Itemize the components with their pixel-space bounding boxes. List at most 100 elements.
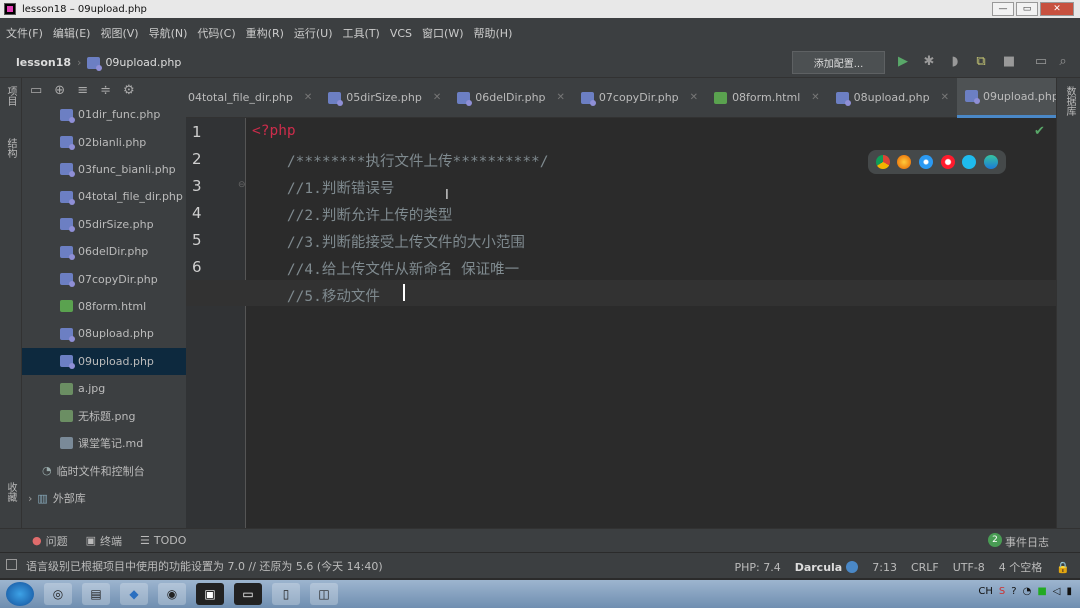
menu-tools[interactable]: 工具(T): [343, 25, 380, 41]
menu-code[interactable]: 代码(C): [197, 25, 235, 41]
status-message[interactable]: 语言级别已根据项目中使用的功能设置为 7.0 // 还原为 5.6 (今天 14…: [26, 558, 383, 574]
close-tab-icon[interactable]: ✕: [690, 92, 698, 103]
tree-item[interactable]: 04total_file_dir.php: [22, 183, 186, 210]
structure-tool-tab[interactable]: 结构: [4, 138, 18, 158]
tray-icon[interactable]: S: [999, 586, 1005, 597]
tree-item[interactable]: 06delDir.php: [22, 238, 186, 265]
stop-icon[interactable]: ■: [1002, 55, 1016, 69]
event-count-badge: 2: [988, 533, 1002, 547]
tree-item[interactable]: › ▥ 外部库: [22, 484, 186, 511]
close-tab-icon[interactable]: ✕: [433, 92, 441, 103]
taskbar-terminal-icon[interactable]: ▭: [234, 583, 262, 605]
layout-icon[interactable]: ▭: [1034, 55, 1048, 69]
tab-07copydir[interactable]: 07copyDir.php ✕: [573, 78, 706, 118]
close-button[interactable]: ✕: [1040, 2, 1074, 16]
safari-icon[interactable]: [919, 155, 934, 169]
file-encoding[interactable]: UTF-8: [953, 561, 985, 574]
maximize-button[interactable]: ▭: [1016, 2, 1038, 16]
firefox-icon[interactable]: [897, 155, 912, 169]
volume-icon[interactable]: ◁: [1053, 586, 1061, 597]
tab-06deldir[interactable]: 06delDir.php ✕: [449, 78, 573, 118]
chrome-icon[interactable]: [875, 155, 890, 169]
edge-icon[interactable]: [984, 155, 999, 169]
menu-edit[interactable]: 编辑(E): [53, 25, 91, 41]
breadcrumb-project[interactable]: lesson18: [16, 56, 71, 69]
debug-icon[interactable]: ✱: [922, 55, 936, 69]
tree-item[interactable]: 03func_bianli.php: [22, 156, 186, 183]
help-icon[interactable]: ?: [1011, 586, 1016, 597]
tree-item[interactable]: 01dir_func.php: [22, 101, 186, 128]
opera-icon[interactable]: [940, 155, 955, 169]
project-tool-tab[interactable]: 项目: [4, 86, 18, 106]
chevron-right-icon[interactable]: ›: [28, 492, 32, 505]
close-tab-icon[interactable]: ✕: [941, 92, 949, 103]
terminal-tab[interactable]: 终端: [100, 533, 122, 549]
menu-window[interactable]: 窗口(W): [422, 25, 463, 41]
run-icon[interactable]: ▶: [896, 55, 910, 69]
tree-item[interactable]: ◔ 临时文件和控制台: [22, 457, 186, 484]
tab-08upload[interactable]: 08upload.php ✕: [828, 78, 957, 118]
tree-item[interactable]: 08upload.php: [22, 320, 186, 347]
start-button[interactable]: [6, 582, 34, 606]
locate-icon[interactable]: ⊕: [54, 83, 65, 98]
project-view-icon[interactable]: ▭: [30, 83, 42, 98]
tray-icon[interactable]: ◔: [1023, 586, 1032, 597]
tree-item-selected[interactable]: 09upload.php: [22, 347, 186, 375]
coverage-icon[interactable]: ◗: [948, 55, 962, 69]
toggle-panels-icon[interactable]: [6, 559, 17, 570]
menu-navigate[interactable]: 导航(N): [149, 25, 188, 41]
ie-icon[interactable]: [962, 155, 977, 169]
taskbar-phpstorm-icon[interactable]: ▣: [196, 583, 224, 605]
network-icon[interactable]: ▮: [1066, 586, 1072, 597]
caret-position[interactable]: 7:13: [872, 561, 897, 574]
taskbar-folder-icon[interactable]: ▤: [82, 583, 110, 605]
todo-tab[interactable]: TODO: [154, 534, 187, 547]
tree-item[interactable]: 07copyDir.php: [22, 265, 186, 292]
minimize-button[interactable]: —: [992, 2, 1014, 16]
favorites-tool-tab[interactable]: 收藏: [4, 482, 18, 502]
menu-view[interactable]: 视图(V): [100, 25, 138, 41]
menu-file[interactable]: 文件(F): [6, 25, 43, 41]
search-icon[interactable]: ⌕: [1056, 55, 1070, 69]
database-tool-tab[interactable]: 数据库: [1062, 86, 1077, 116]
line-separator[interactable]: CRLF: [911, 561, 939, 574]
tray-icon[interactable]: CH: [978, 586, 993, 597]
lock-icon[interactable]: 🔒: [1056, 561, 1070, 574]
tree-item[interactable]: 05dirSize.php: [22, 211, 186, 238]
profile-icon[interactable]: ⧉: [974, 55, 988, 69]
tree-item[interactable]: 02bianli.php: [22, 128, 186, 155]
tree-item[interactable]: 08form.html: [22, 293, 186, 320]
breadcrumb-file[interactable]: 09upload.php: [87, 56, 181, 71]
taskbar-app-icon[interactable]: ◎: [44, 583, 72, 605]
taskbar-chrome-icon[interactable]: ◉: [158, 583, 186, 605]
theme-widget[interactable]: Darcula: [795, 561, 859, 574]
tree-item[interactable]: 课堂笔记.md: [22, 430, 186, 457]
close-tab-icon[interactable]: ✕: [557, 92, 565, 103]
taskbar-vscode-icon[interactable]: ◆: [120, 583, 148, 605]
tab-05dirsize[interactable]: 05dirSize.php ✕: [320, 78, 449, 118]
menu-refactor[interactable]: 重构(R): [246, 25, 284, 41]
problems-tab[interactable]: 问题: [46, 533, 68, 549]
tab-08form[interactable]: 08form.html ✕: [706, 78, 828, 118]
add-configuration-button[interactable]: 添加配置...: [792, 51, 885, 74]
indent-setting[interactable]: 4 个空格: [999, 559, 1043, 575]
tab-04total-file-dir[interactable]: 04total_file_dir.php ✕: [186, 78, 320, 118]
tray-icon[interactable]: ■: [1037, 586, 1046, 597]
tree-item[interactable]: 无标题.png: [22, 402, 186, 429]
event-log-tab[interactable]: 事件日志: [1005, 534, 1049, 550]
close-tab-icon[interactable]: ✕: [811, 92, 819, 103]
taskbar-notepad-icon[interactable]: ▯: [272, 583, 300, 605]
php-version[interactable]: PHP: 7.4: [734, 561, 780, 574]
expand-all-icon[interactable]: ≡: [77, 83, 88, 98]
collapse-all-icon[interactable]: ≑: [100, 83, 111, 98]
menu-run[interactable]: 运行(U): [294, 25, 333, 41]
taskbar-app-icon[interactable]: ◫: [310, 583, 338, 605]
tree-item[interactable]: a.jpg: [22, 375, 186, 402]
close-tab-icon[interactable]: ✕: [304, 92, 312, 103]
menu-help[interactable]: 帮助(H): [474, 25, 513, 41]
code-editor[interactable]: <?php /********执行文件上传**********/ //1.判断错…: [186, 118, 1056, 528]
gear-icon[interactable]: ⚙: [123, 83, 135, 98]
fold-marker-icon[interactable]: ⊖: [238, 180, 246, 190]
menu-vcs[interactable]: VCS: [390, 27, 412, 40]
inspection-ok-icon[interactable]: ✔: [1034, 124, 1045, 139]
